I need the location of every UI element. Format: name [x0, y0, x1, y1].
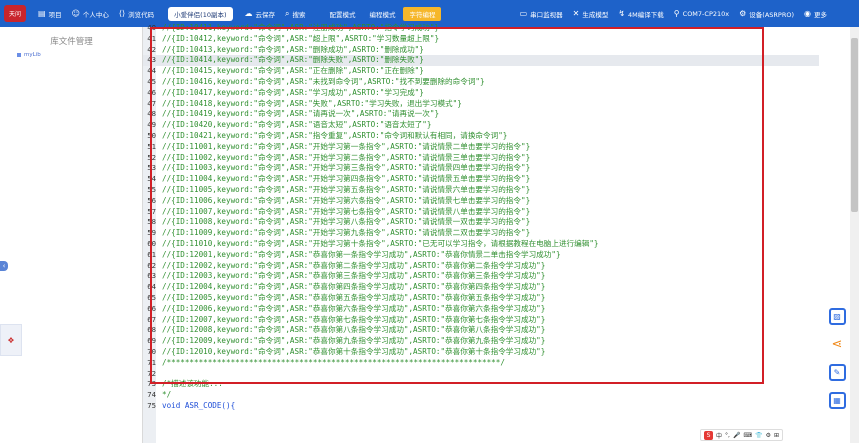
- menu-projects[interactable]: ▤ 项目: [38, 9, 62, 19]
- menu-projects-label: 项目: [48, 10, 62, 19]
- gear-icon: ⚙: [739, 9, 747, 18]
- port-icon: ⚲: [673, 9, 680, 18]
- user-icon: ☺: [71, 9, 80, 18]
- ime-item[interactable]: ⚙: [766, 432, 771, 439]
- app-logo[interactable]: 天问: [4, 5, 26, 22]
- project-name: 小爱伴侣(10副本): [174, 10, 227, 19]
- menu-browse-code-label: 浏览代码: [128, 10, 155, 19]
- ime-logo-icon[interactable]: S: [704, 430, 713, 440]
- port-select[interactable]: ⚲ COM7-CP210x: [674, 9, 729, 18]
- generate-model-label: 生成模型: [582, 10, 609, 19]
- library-panel-title: 库文件管理: [50, 37, 93, 47]
- menu-profile[interactable]: ☺ 个人中心: [72, 9, 109, 19]
- side-preview-thumbnail[interactable]: ❖: [0, 324, 22, 356]
- code-editor[interactable]: 40//{ID:10411,keyword:"命令词",ASR:"注册成功",A…: [143, 23, 819, 443]
- selection-highlight-box: [150, 27, 764, 384]
- more-label: 更多: [814, 10, 827, 19]
- cloud-save-icon: ☁: [244, 9, 253, 18]
- menu-profile-label: 个人中心: [82, 10, 109, 19]
- model-icon: ✕: [572, 9, 580, 18]
- serial-monitor-button[interactable]: ▭ 串口监视器: [520, 9, 563, 19]
- ime-item[interactable]: ⌨: [743, 432, 752, 439]
- library-file-icon: [17, 53, 21, 57]
- mode-switcher: 配置模式 编程模式 字符编程: [323, 6, 442, 21]
- library-panel: 库文件管理 myLib ‹ ❖ 新建 导入 导出 删除: [0, 27, 143, 443]
- cloud-save-button[interactable]: ☁ 云保存: [245, 9, 276, 19]
- code-text: void ASR_CODE(){: [162, 401, 236, 410]
- ime-item[interactable]: 🎤: [733, 432, 740, 439]
- file-actions: ☁ 云保存 ⌕ 搜索: [245, 9, 306, 19]
- floating-tools: ▨ ⋖ ✎ ▦: [823, 308, 851, 409]
- search-label: 搜索: [292, 10, 306, 19]
- line-number: 74: [147, 390, 156, 400]
- ime-item[interactable]: 👕: [755, 432, 762, 439]
- compile-download-button[interactable]: ↯ 4M编译下载: [618, 9, 663, 19]
- more-button[interactable]: ◉ 更多: [804, 9, 827, 19]
- qrcode-icon[interactable]: ▦: [828, 392, 846, 409]
- code-line[interactable]: 75 void ASR_CODE(){: [143, 401, 819, 412]
- device-settings-label: 设备(ASRPRO): [749, 10, 795, 19]
- mode-programming[interactable]: 编程模式: [363, 7, 401, 21]
- app-logo-text: 天问: [8, 11, 21, 18]
- code-text: */: [162, 390, 172, 400]
- mode-config[interactable]: 配置模式: [323, 7, 361, 21]
- mode-char-programming[interactable]: 字符编程: [403, 6, 442, 21]
- main-menu: ▤ 项目 ☺ 个人中心 ⟨⟩ 浏览代码: [38, 9, 154, 19]
- ime-item[interactable]: 中: [716, 431, 722, 440]
- mode-config-label: 配置模式: [329, 10, 356, 19]
- menu-browse-code[interactable]: ⟨⟩ 浏览代码: [119, 9, 154, 19]
- code-icon: ⟨⟩: [118, 9, 126, 18]
- mode-char-programming-label: 字符编程: [409, 10, 436, 19]
- collapse-panel-arrow-icon[interactable]: ‹: [0, 261, 8, 271]
- download-icon: ↯: [618, 9, 626, 18]
- monitor-icon: ▭: [519, 9, 528, 18]
- project-name-field[interactable]: 小爱伴侣(10副本): [168, 6, 233, 21]
- scrollbar-thumb[interactable]: [851, 38, 858, 212]
- ime-item[interactable]: ⊞: [774, 432, 779, 439]
- device-settings-button[interactable]: ⚙ 设备(ASRPRO): [739, 9, 794, 19]
- image-edit-icon[interactable]: ▨: [828, 308, 846, 325]
- serial-monitor-label: 串口监视器: [530, 10, 563, 19]
- generate-model-button[interactable]: ✕ 生成模型: [573, 9, 609, 19]
- folder-icon: ▤: [38, 9, 46, 18]
- share-icon[interactable]: ⋖: [829, 336, 846, 353]
- port-select-label: COM7-CP210x: [682, 9, 730, 18]
- cloud-save-label: 云保存: [255, 10, 276, 19]
- search-icon: ⌕: [285, 8, 290, 18]
- input-method-bar: S 中 °, 🎤 ⌨ 👕 ⚙ ⊞: [700, 429, 783, 441]
- compile-download-label: 4M编译下载: [628, 10, 664, 19]
- more-icon: ◉: [804, 9, 811, 18]
- note-edit-icon[interactable]: ✎: [828, 364, 846, 381]
- mode-programming-label: 编程模式: [369, 10, 396, 19]
- library-item-label: myLib: [24, 52, 41, 58]
- code-line[interactable]: 74 */: [143, 390, 819, 401]
- search-button[interactable]: ⌕ 搜索: [285, 9, 305, 19]
- library-item-mylib[interactable]: myLib: [17, 52, 41, 58]
- line-number: 75: [147, 401, 156, 410]
- ime-item[interactable]: °,: [725, 432, 730, 439]
